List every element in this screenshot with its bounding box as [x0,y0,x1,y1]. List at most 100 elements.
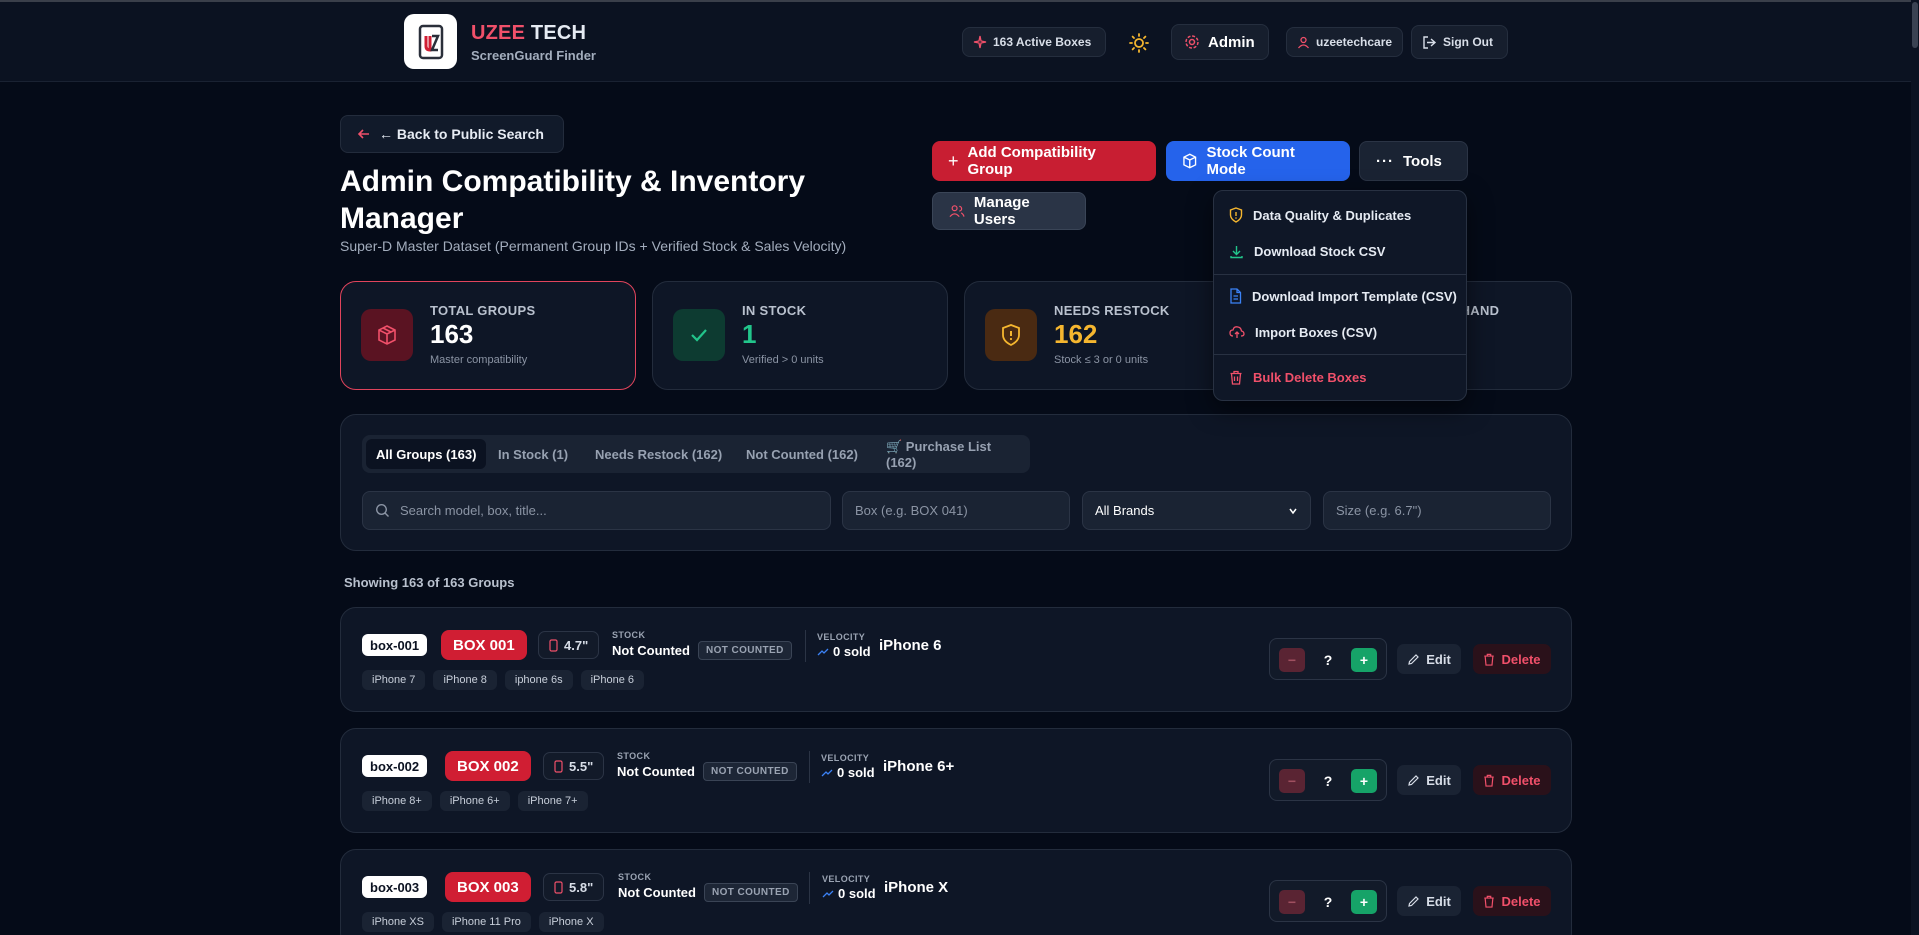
stock-count-mode-button[interactable]: Stock Count Mode [1166,141,1350,181]
menu-item-download-stock-csv[interactable]: Download Stock CSV [1214,235,1466,267]
trash-icon [1484,895,1495,908]
box-filter-input[interactable]: Box (e.g. BOX 041) [842,491,1070,530]
size-filter-input[interactable]: Size (e.g. 6.7") [1323,491,1551,530]
tab-in-stock[interactable]: In Stock (1) [488,439,578,469]
increment-button[interactable]: + [1351,769,1377,793]
stock-value: Not Counted [618,885,696,900]
model-tag: iphone 6s [504,670,573,690]
theme-toggle-button[interactable] [1127,31,1151,55]
velocity-value: 0 sold [837,765,875,780]
menu-item-label: Bulk Delete Boxes [1253,369,1367,385]
logout-icon [1423,35,1437,49]
not-counted-badge: NOT COUNTED [702,762,797,781]
stock-value: Not Counted [612,643,690,658]
delete-button[interactable]: Delete [1473,886,1551,916]
manage-users-button[interactable]: Manage Users [932,192,1086,230]
velocity-info: VELOCITY 0 sold [822,874,876,901]
sun-icon [1129,33,1149,53]
tab-purchase-list[interactable]: 🛒 Purchase List (162) [876,439,1030,470]
model-tag: iPhone X [538,912,604,932]
filter-panel: All Groups (163) In Stock (1) Needs Rest… [340,414,1572,551]
logo[interactable] [404,14,457,69]
download-icon [1230,245,1243,258]
user-icon [1298,36,1309,48]
stat-value: 162 [1054,319,1098,349]
menu-item-label: Download Import Template (CSV) [1252,288,1457,304]
results-count: Showing 163 of 163 Groups [344,575,515,590]
search-input[interactable]: Search model, box, title... [362,491,831,530]
phone-icon [554,880,563,894]
trash-icon [1484,653,1495,666]
admin-button[interactable]: Admin [1171,24,1269,60]
edit-button[interactable]: Edit [1397,886,1461,916]
tools-dropdown-menu: Data Quality & Duplicates Download Stock… [1213,190,1467,401]
active-boxes-badge: 163 Active Boxes [962,27,1106,57]
add-compatibility-group-button[interactable]: + Add Compatibility Group [932,141,1156,181]
brand-select-value: All Brands [1095,503,1155,518]
model-tag: iPhone XS [362,912,434,932]
delete-button[interactable]: Delete [1473,765,1551,795]
box-number-chip: BOX 001 [441,630,527,660]
trending-up-icon [821,769,833,777]
stat-card-total-groups[interactable]: TOTAL GROUPS 163 Master compatibility [340,281,636,390]
brand-select[interactable]: All Brands [1082,491,1311,530]
delete-button[interactable]: Delete [1473,644,1551,674]
plus-icon: + [948,150,959,171]
velocity-label: VELOCITY [821,753,870,763]
menu-item-download-import-template[interactable]: Download Import Template (CSV) [1214,280,1466,312]
menu-item-bulk-delete[interactable]: Bulk Delete Boxes [1214,361,1466,393]
unknown-count-button[interactable]: ? [1315,769,1341,793]
divider [809,751,810,783]
users-icon [949,204,965,217]
tools-label: Tools [1403,152,1442,170]
screen-size-value: 4.7" [564,637,589,653]
sparkles-icon [973,35,987,49]
stock-stepper: − ? + [1269,638,1387,680]
screen-size-value: 5.8" [569,879,594,895]
stock-value: Not Counted [617,764,695,779]
sign-out-button[interactable]: Sign Out [1411,25,1508,59]
pencil-icon [1408,653,1420,665]
decrement-button[interactable]: − [1279,890,1305,914]
page-title: Admin Compatibility & Inventory Manager [340,165,806,235]
tools-button[interactable]: ··· Tools [1359,141,1468,181]
screen-size-chip: 5.5" [543,752,605,780]
decrement-button[interactable]: − [1279,769,1305,793]
unknown-count-button[interactable]: ? [1315,890,1341,914]
tab-all-groups[interactable]: All Groups (163) [366,439,487,469]
upload-cloud-icon [1229,326,1245,338]
stock-stepper: − ? + [1269,880,1387,922]
scrollbar-thumb[interactable] [1912,2,1918,48]
menu-item-import-boxes[interactable]: Import Boxes (CSV) [1214,316,1466,348]
primary-model: iPhone 6 [879,637,942,654]
edit-label: Edit [1426,772,1451,788]
not-counted-badge: NOT COUNTED [703,883,798,902]
tab-not-counted[interactable]: Not Counted (162) [736,439,868,469]
compatible-models: iPhone 8+ iPhone 6+ iPhone 7+ [362,791,588,811]
model-tag: iPhone 6 [580,670,645,690]
gear-icon [1185,35,1199,49]
check-icon [673,309,725,361]
stat-card-in-stock[interactable]: IN STOCK 1 Verified > 0 units [652,281,948,390]
back-to-public-search-button[interactable]: ← Back to Public Search [340,115,564,153]
stock-label: STOCK [618,872,652,882]
page-scrollbar[interactable] [1911,0,1919,935]
edit-button[interactable]: Edit [1397,765,1461,795]
increment-button[interactable]: + [1351,890,1377,914]
size-placeholder: Size (e.g. 6.7") [1336,503,1422,518]
edit-button[interactable]: Edit [1397,644,1461,674]
sign-out-label: Sign Out [1443,35,1493,49]
user-badge[interactable]: uzeetechcare [1286,27,1404,57]
brand-name-red: UZEE [471,22,526,44]
tab-needs-restock[interactable]: Needs Restock (162) [585,439,732,469]
shield-alert-icon [1229,207,1243,223]
unknown-count-button[interactable]: ? [1315,648,1341,672]
stock-label: STOCK [617,751,651,761]
increment-button[interactable]: + [1351,648,1377,672]
stock-info: STOCK Not Counted NOT COUNTED [612,630,792,660]
top-navbar: UZEE TECH ScreenGuard Finder 163 Active … [0,2,1911,82]
brand-name-white: TECH [525,22,587,44]
decrement-button[interactable]: − [1279,648,1305,672]
velocity-info: VELOCITY 0 sold [821,753,875,780]
menu-item-data-quality[interactable]: Data Quality & Duplicates [1214,199,1466,231]
